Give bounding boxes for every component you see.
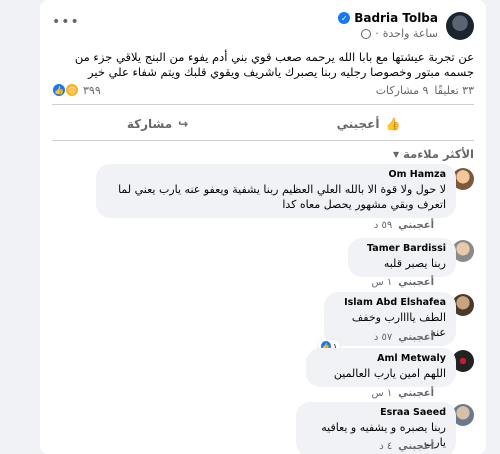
caret-down-icon: ▼: [392, 149, 400, 159]
globe-icon: [361, 28, 372, 39]
post-time[interactable]: ساعة واحدة: [383, 27, 438, 40]
comment-sort-dropdown[interactable]: الأكثر ملاءمة ▼: [393, 147, 474, 161]
post-text: عن تجربة عيشتها مع بابا الله يرحمه صعب ق…: [74, 50, 474, 79]
share-button[interactable]: مشاركة ↪: [52, 110, 263, 138]
share-label: مشاركة: [126, 117, 173, 131]
post-author[interactable]: ✓ Badria Tolba: [338, 11, 438, 25]
comment-bubble: Om Hamza لا حول ولا قوة الا بالله العلي …: [96, 164, 456, 218]
comment-like-button[interactable]: أعجبني: [398, 277, 434, 288]
like-icon: 👍: [385, 117, 401, 131]
comment-text: اللهم امين يارب العالمين: [333, 367, 446, 380]
comment-author[interactable]: Om Hamza: [106, 169, 446, 180]
like-reaction-icon: 👍: [52, 83, 66, 97]
share-count[interactable]: ٩ مشاركات: [376, 84, 429, 97]
share-icon: ↪: [178, 117, 189, 131]
comment-meta: أعجبني ١ س: [371, 388, 434, 399]
comment-text: لا حول ولا قوة الا بالله العلي العظيم رب…: [118, 183, 446, 211]
post-card: ••• ✓ Badria Tolba ساعة واحدة · عن تجربة…: [40, 0, 486, 454]
comment-author[interactable]: Tamer Bardissi: [358, 243, 446, 254]
comment-author[interactable]: Islam Abd Elshafea: [334, 297, 446, 308]
comment-time[interactable]: ٤ د: [379, 441, 392, 452]
more-icon[interactable]: •••: [52, 14, 80, 30]
comment-time[interactable]: ١ س: [371, 277, 392, 288]
comment-time[interactable]: ٥٩ د: [374, 220, 392, 231]
post-meta: ساعة واحدة ·: [361, 27, 438, 40]
comment-meta: أعجبني ٤ د: [379, 441, 434, 452]
sad-reaction-icon: ☹: [65, 83, 79, 97]
comment-author[interactable]: Aml Metwaly: [316, 353, 446, 364]
reaction-count[interactable]: ٣٩٩: [83, 84, 101, 97]
engagement-counts: ٣٣ تعليقًا ٩ مشاركات: [376, 84, 474, 97]
sort-label: الأكثر ملاءمة: [403, 147, 474, 161]
like-label: أعجبني: [336, 117, 380, 131]
author-name[interactable]: Badria Tolba: [354, 11, 438, 25]
reactions-summary[interactable]: 👍 ☹ ٣٩٩: [52, 83, 101, 97]
comment-bubble: Tamer Bardissi ربنا يصبر قلبه: [348, 238, 456, 277]
comment-like-button[interactable]: أعجبني: [398, 441, 434, 452]
divider: [52, 104, 474, 105]
comment-meta: أعجبني ٥٩ د: [374, 220, 434, 231]
verified-icon: ✓: [338, 12, 351, 24]
comment-bubble: Aml Metwaly اللهم امين يارب العالمين: [306, 348, 456, 387]
comment-text: ربنا يصبر قلبه: [383, 257, 446, 270]
comment-meta: أعجبني ١ س: [371, 277, 434, 288]
action-bar: مشاركة ↪ أعجبني 👍: [52, 110, 474, 138]
comment-count[interactable]: ٣٣ تعليقًا: [434, 84, 474, 97]
avatar[interactable]: [446, 12, 474, 40]
comment-like-button[interactable]: أعجبني: [398, 332, 434, 343]
comment-author[interactable]: Esraa Saeed: [306, 407, 446, 418]
divider: [52, 140, 474, 141]
comment-like-button[interactable]: أعجبني: [398, 388, 434, 399]
like-button[interactable]: أعجبني 👍: [263, 110, 474, 138]
comment-time[interactable]: ٥٧ د: [374, 332, 392, 343]
comment-meta: أعجبني ٥٧ د: [374, 332, 434, 343]
comment-time[interactable]: ١ س: [371, 388, 392, 399]
comment-like-button[interactable]: أعجبني: [398, 220, 434, 231]
